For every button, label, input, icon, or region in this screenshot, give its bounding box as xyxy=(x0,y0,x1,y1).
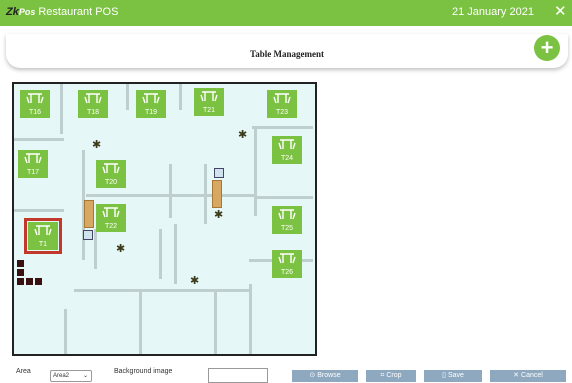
save-icon: ▯ xyxy=(442,372,446,379)
cancel-icon: ✕ xyxy=(513,372,520,379)
wall xyxy=(64,309,67,354)
table-t20[interactable]: T20 xyxy=(96,160,126,188)
wall xyxy=(126,84,129,110)
chair xyxy=(26,278,33,285)
brand-logo-zk: Zk xyxy=(6,6,19,18)
brand-logo-pos: Pos xyxy=(18,7,36,17)
wall xyxy=(214,289,217,354)
table-t19[interactable]: T19 xyxy=(136,90,166,118)
save-label: Save xyxy=(447,372,464,379)
floor-plan: ✱ ✱ ✱ ✱ ✱ T16 T18 T19 T21 T23 T17 T20 T2… xyxy=(12,82,317,356)
plant-icon: ✱ xyxy=(92,139,102,151)
app-brand: ZkPos Restaurant POS xyxy=(6,5,118,19)
table-t26[interactable]: T26 xyxy=(272,250,302,278)
browse-label: Browse xyxy=(317,372,341,379)
sofa xyxy=(84,200,94,228)
dining-table-icon xyxy=(24,153,42,164)
wall xyxy=(60,84,63,134)
close-icon[interactable]: ✕ xyxy=(554,3,567,21)
dining-table-icon xyxy=(278,209,296,220)
plant-icon: ✱ xyxy=(214,209,224,221)
page-header: Table Management xyxy=(6,34,568,68)
table-t21[interactable]: T21 xyxy=(194,88,224,116)
wall xyxy=(159,229,162,279)
wall xyxy=(74,289,249,292)
table-label: T19 xyxy=(144,109,158,116)
wall xyxy=(252,126,313,129)
dining-table-icon xyxy=(278,253,296,264)
area-label: Area xyxy=(16,368,31,375)
table-label: T25 xyxy=(280,225,294,232)
app-title: Restaurant POS xyxy=(38,6,119,18)
current-date: 21 January 2021 xyxy=(452,6,534,18)
crop-icon: ⌗ xyxy=(380,372,385,379)
dining-table-icon xyxy=(84,93,102,104)
dining-table-icon xyxy=(34,225,52,236)
sink-icon xyxy=(214,168,224,178)
chair xyxy=(35,278,42,285)
cancel-label: Cancel xyxy=(521,372,543,379)
area-select[interactable]: Area2 ⌄ xyxy=(50,370,92,382)
table-label: T22 xyxy=(104,223,118,230)
wall xyxy=(204,164,207,224)
chevron-down-icon: ⌄ xyxy=(82,373,88,379)
table-t22[interactable]: T22 xyxy=(96,204,126,232)
dining-table-icon xyxy=(273,93,291,104)
wall xyxy=(174,224,177,284)
table-label: T18 xyxy=(86,109,100,116)
chair xyxy=(17,269,24,276)
wall xyxy=(14,138,64,141)
table-label: T1 xyxy=(38,241,48,248)
table-t25[interactable]: T25 xyxy=(272,206,302,234)
table-t18[interactable]: T18 xyxy=(78,90,108,118)
dining-table-icon xyxy=(200,91,218,102)
title-bar: ZkPos Restaurant POS 21 January 2021 ✕ xyxy=(0,0,572,26)
save-button[interactable]: ▯ Save xyxy=(424,370,482,382)
dining-table-icon xyxy=(142,93,160,104)
table-label: T24 xyxy=(280,155,294,162)
dining-table-icon xyxy=(26,93,44,104)
chair xyxy=(17,260,24,267)
plant-icon: ✱ xyxy=(238,129,248,141)
wall xyxy=(14,209,64,212)
table-t23[interactable]: T23 xyxy=(267,90,297,118)
table-t16[interactable]: T16 xyxy=(20,90,50,118)
cancel-button[interactable]: ✕ Cancel xyxy=(490,370,566,382)
table-t17[interactable]: T17 xyxy=(18,150,48,178)
table-label: T26 xyxy=(280,269,294,276)
area-select-value: Area2 xyxy=(53,373,70,379)
plant-icon: ✱ xyxy=(116,243,126,255)
dining-table-icon xyxy=(102,163,120,174)
table-label: T20 xyxy=(104,179,118,186)
background-image-label: Background image xyxy=(114,368,173,375)
browse-icon: ⊙ xyxy=(309,372,316,379)
wall xyxy=(94,229,97,269)
crop-button[interactable]: ⌗ Crop xyxy=(366,370,416,382)
wall xyxy=(256,196,313,199)
background-image-field[interactable] xyxy=(208,368,268,383)
table-label: T17 xyxy=(26,169,40,176)
chair xyxy=(17,278,24,285)
wall xyxy=(179,84,182,110)
wall xyxy=(254,126,257,216)
sink-icon xyxy=(83,230,93,240)
table-label: T21 xyxy=(202,107,216,114)
crop-label: Crop xyxy=(386,372,402,379)
add-table-button[interactable]: + xyxy=(534,35,560,61)
wall xyxy=(249,284,252,354)
wall xyxy=(139,289,142,354)
browse-button[interactable]: ⊙ Browse xyxy=(292,370,358,382)
dining-table-icon xyxy=(278,139,296,150)
table-label: T16 xyxy=(28,109,42,116)
dining-table-icon xyxy=(102,207,120,218)
plant-icon: ✱ xyxy=(190,275,200,287)
wall xyxy=(169,164,172,218)
table-label: T23 xyxy=(275,109,289,116)
table-t1[interactable]: T1 xyxy=(24,218,62,254)
page-title: Table Management xyxy=(250,49,324,59)
table-t24[interactable]: T24 xyxy=(272,136,302,164)
sofa xyxy=(212,180,222,208)
